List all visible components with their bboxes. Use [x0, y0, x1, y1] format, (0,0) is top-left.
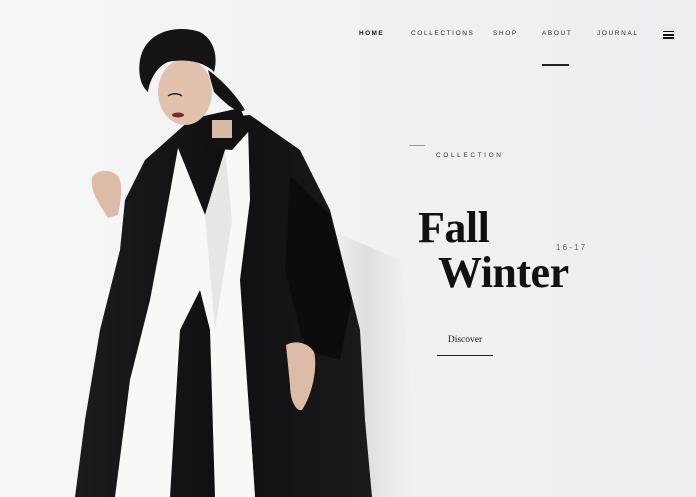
ponytail — [208, 70, 245, 112]
face — [158, 59, 212, 125]
nav-item-collections[interactable]: COLLECTIONS — [411, 30, 474, 37]
hamburger-menu-icon[interactable] — [663, 31, 674, 39]
season-label: 16-17 — [556, 243, 588, 252]
nav-item-about[interactable]: ABOUT — [542, 30, 572, 37]
page: HOME COLLECTIONS SHOP ABOUT JOURNAL COLL… — [0, 0, 696, 497]
eyebrow-rule — [409, 145, 425, 146]
hero-title-fall: Fall — [418, 203, 490, 252]
hero-title-winter: Winter — [438, 248, 569, 297]
main-nav: HOME COLLECTIONS SHOP ABOUT JOURNAL — [0, 30, 696, 44]
discover-button[interactable]: Discover — [437, 334, 493, 356]
nav-hover-underline — [542, 64, 569, 66]
left-hand — [91, 170, 122, 218]
nav-item-journal[interactable]: JOURNAL — [597, 30, 639, 37]
hero-model-image — [75, 29, 420, 497]
collection-eyebrow: COLLECTION — [436, 152, 504, 159]
nav-item-home[interactable]: HOME — [359, 30, 384, 37]
nav-item-shop[interactable]: SHOP — [493, 30, 518, 37]
